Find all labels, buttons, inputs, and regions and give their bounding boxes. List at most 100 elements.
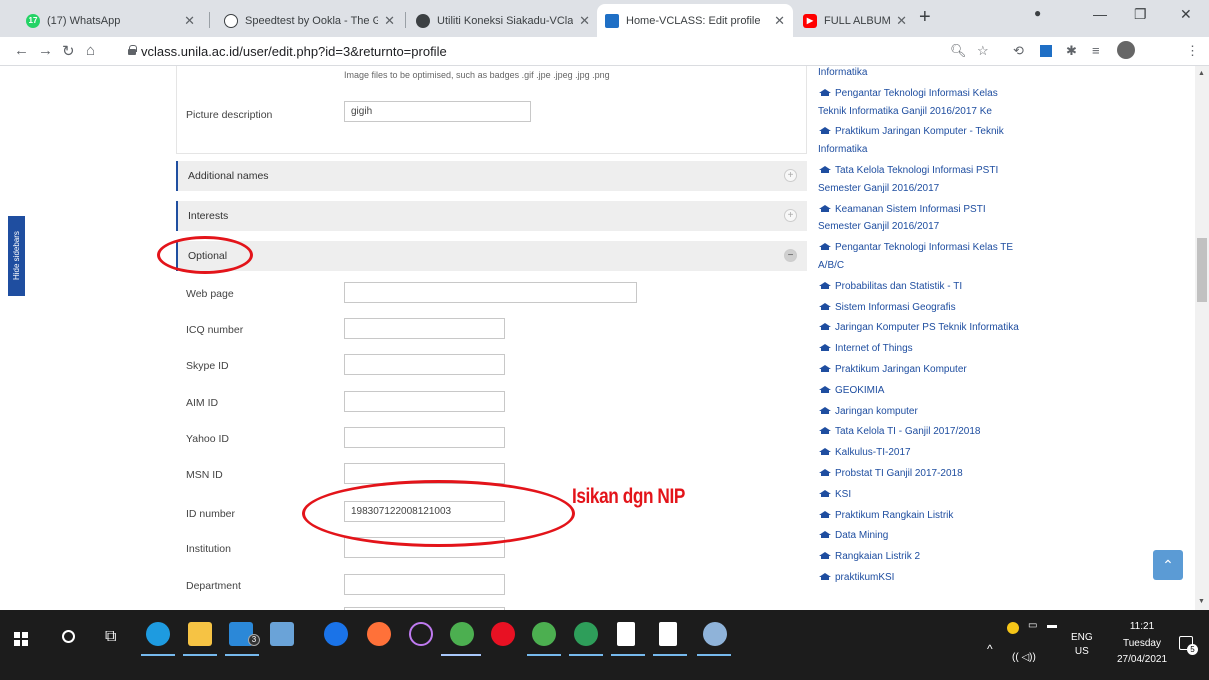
list-item[interactable]: Internet of Things <box>818 340 1028 358</box>
list-item[interactable]: Data Mining <box>818 527 1028 545</box>
list-item[interactable]: Tata Kelola Teknologi Informasi PSTI Sem… <box>818 162 1028 198</box>
list-item[interactable]: Jaringan Komputer PS Teknik Informatika <box>818 319 1028 337</box>
graduation-cap-icon <box>818 302 831 310</box>
opera-icon[interactable] <box>491 622 515 646</box>
reload-button[interactable]: ↻ <box>62 42 75 60</box>
windows-start-icon[interactable] <box>14 632 28 646</box>
file-explorer-icon[interactable] <box>188 622 212 646</box>
close-tab-icon[interactable]: ✕ <box>579 13 590 29</box>
list-item[interactable]: Sistem Informasi Geografis <box>818 299 1028 317</box>
list-item[interactable]: GEOKIMIA <box>818 382 1028 400</box>
close-tab-icon[interactable]: ✕ <box>896 13 907 29</box>
notification-badge: 5 <box>1187 644 1198 655</box>
close-tab-icon[interactable]: ✕ <box>384 13 395 29</box>
scroll-up-arrow-icon[interactable]: ▲ <box>1198 70 1205 77</box>
minimize-button[interactable]: — <box>1093 6 1107 22</box>
home-button[interactable]: ⌂ <box>86 42 95 59</box>
chrome-profile-icon[interactable] <box>532 622 556 646</box>
list-item[interactable]: KSI <box>818 486 1028 504</box>
lock-icon[interactable] <box>128 45 137 55</box>
paint-icon[interactable] <box>703 622 727 646</box>
list-item[interactable]: Praktikum Jaringan Komputer - Teknik Inf… <box>818 123 1028 159</box>
document-2-icon[interactable] <box>659 622 677 646</box>
app-icon[interactable] <box>409 622 433 646</box>
skype-input[interactable] <box>344 354 505 375</box>
document-icon[interactable] <box>617 622 635 646</box>
close-window-button[interactable]: ✕ <box>1180 6 1192 23</box>
firefox-icon[interactable] <box>367 622 391 646</box>
list-item[interactable]: Jaringan komputer <box>818 403 1028 421</box>
tab-speedtest[interactable]: Speedtest by Ookla - The Glo ✕ <box>216 4 403 37</box>
list-item[interactable]: Praktikum Rangkain Listrik <box>818 507 1028 525</box>
menu-icon[interactable]: ⋮ <box>1186 43 1199 59</box>
expand-icon[interactable]: + <box>784 209 797 222</box>
clock[interactable]: 11:21 Tuesday 27/04/2021 <box>1117 621 1167 665</box>
hide-sidebars-button[interactable]: Hide sidebars <box>8 216 25 296</box>
chrome-profile-2-icon[interactable] <box>574 622 598 646</box>
list-item[interactable]: Keamanan Sistem Informasi PSTI Semester … <box>818 201 1028 237</box>
department-input[interactable] <box>344 574 505 595</box>
expand-icon[interactable]: + <box>784 169 797 182</box>
picture-description-input[interactable]: gigih <box>344 101 531 122</box>
network-app-icon[interactable] <box>270 622 294 646</box>
section-optional[interactable]: Optional − <box>176 241 807 271</box>
tab-whatsapp[interactable]: 17 (17) WhatsApp ✕ <box>18 4 203 37</box>
edge-icon[interactable] <box>146 622 170 646</box>
extension-square-icon[interactable] <box>1040 45 1052 57</box>
close-tab-icon[interactable]: ✕ <box>184 13 195 29</box>
tray-monitor-icon[interactable]: ▬ <box>1047 620 1057 631</box>
graduation-cap-icon <box>818 385 831 393</box>
task-view-icon[interactable]: ⧉ <box>105 628 116 646</box>
address-bar[interactable]: vclass.unila.ac.id/user/edit.php?id=3&re… <box>141 44 447 59</box>
avatar[interactable] <box>1117 41 1135 59</box>
web-page-input[interactable] <box>344 282 637 303</box>
browser-app-icon[interactable] <box>324 622 348 646</box>
page-scrollbar[interactable]: ▲ ▼ <box>1195 66 1209 610</box>
tab-youtube[interactable]: ▶ FULL ALBUM COVER FELI ✕ <box>795 4 915 37</box>
list-item[interactable]: Probabilitas dan Statistik - TI <box>818 278 1028 296</box>
close-tab-icon[interactable]: ✕ <box>774 13 785 29</box>
back-button[interactable]: ← <box>14 42 29 59</box>
list-item[interactable]: praktikumKSI <box>818 569 1028 587</box>
list-item[interactable]: Informatika <box>818 66 1028 82</box>
list-item[interactable]: Praktikum Jaringan Komputer <box>818 361 1028 379</box>
extension-icon[interactable]: ⟲ <box>1013 43 1024 59</box>
list-item[interactable]: Tata Kelola TI - Ganjil 2017/2018 <box>818 423 1028 441</box>
tab-edit-profile[interactable]: Home-VCLASS: Edit profile ✕ <box>597 4 793 37</box>
forward-button[interactable]: → <box>38 42 53 59</box>
section-additional-names[interactable]: Additional names + <box>176 161 807 191</box>
icq-input[interactable] <box>344 318 505 339</box>
aim-input[interactable] <box>344 391 505 412</box>
wifi-icon[interactable]: (( ◁)) <box>1012 652 1036 663</box>
maximize-button[interactable]: ❐ <box>1134 6 1147 23</box>
section-interests[interactable]: Interests + <box>176 201 807 231</box>
scroll-down-arrow-icon[interactable]: ▼ <box>1198 598 1205 605</box>
language-indicator[interactable]: ENG US <box>1071 632 1093 657</box>
collapse-icon[interactable]: − <box>784 249 797 262</box>
tray-app-icon[interactable] <box>1007 622 1019 634</box>
scroll-to-top-button[interactable]: ⌃ <box>1153 550 1183 580</box>
bookmark-star-icon[interactable]: ☆ <box>977 43 989 59</box>
profile-icon[interactable]: ● <box>1034 6 1041 20</box>
yahoo-input[interactable] <box>344 427 505 448</box>
list-item[interactable]: Rangkaian Listrik 2 <box>818 548 1028 566</box>
zoom-icon[interactable]: 🔍︎ <box>950 43 967 59</box>
scrollbar-thumb[interactable] <box>1197 238 1207 302</box>
aim-label: AIM ID <box>186 397 219 409</box>
search-icon[interactable] <box>62 630 75 643</box>
reading-list-icon[interactable]: ≡ <box>1092 43 1100 58</box>
list-item[interactable]: Kalkulus-TI-2017 <box>818 444 1028 462</box>
list-item[interactable]: Probstat TI Ganjil 2017-2018 <box>818 465 1028 483</box>
show-hidden-icons[interactable]: ^ <box>987 642 993 656</box>
browser-toolbar: ← → ↻ ⌂ vclass.unila.ac.id/user/edit.php… <box>0 37 1209 66</box>
list-item[interactable]: Pengantar Teknologi Informasi Kelas TE A… <box>818 239 1028 275</box>
institution-label: Institution <box>186 543 231 555</box>
page-content: Hide sidebars Image files to be optimise… <box>0 66 1209 610</box>
optional-highlight-ellipse <box>157 236 253 274</box>
chrome-icon[interactable] <box>450 622 474 646</box>
list-item[interactable]: Pengantar Teknologi Informasi Kelas Tekn… <box>818 85 1028 121</box>
tab-utiliti-koneksi[interactable]: Utiliti Koneksi Siakadu-VClass ✕ <box>408 4 598 37</box>
new-tab-button[interactable]: + <box>919 6 931 29</box>
puzzle-icon[interactable]: ✱ <box>1066 43 1077 59</box>
tray-battery-icon[interactable]: ▭ <box>1028 620 1037 631</box>
